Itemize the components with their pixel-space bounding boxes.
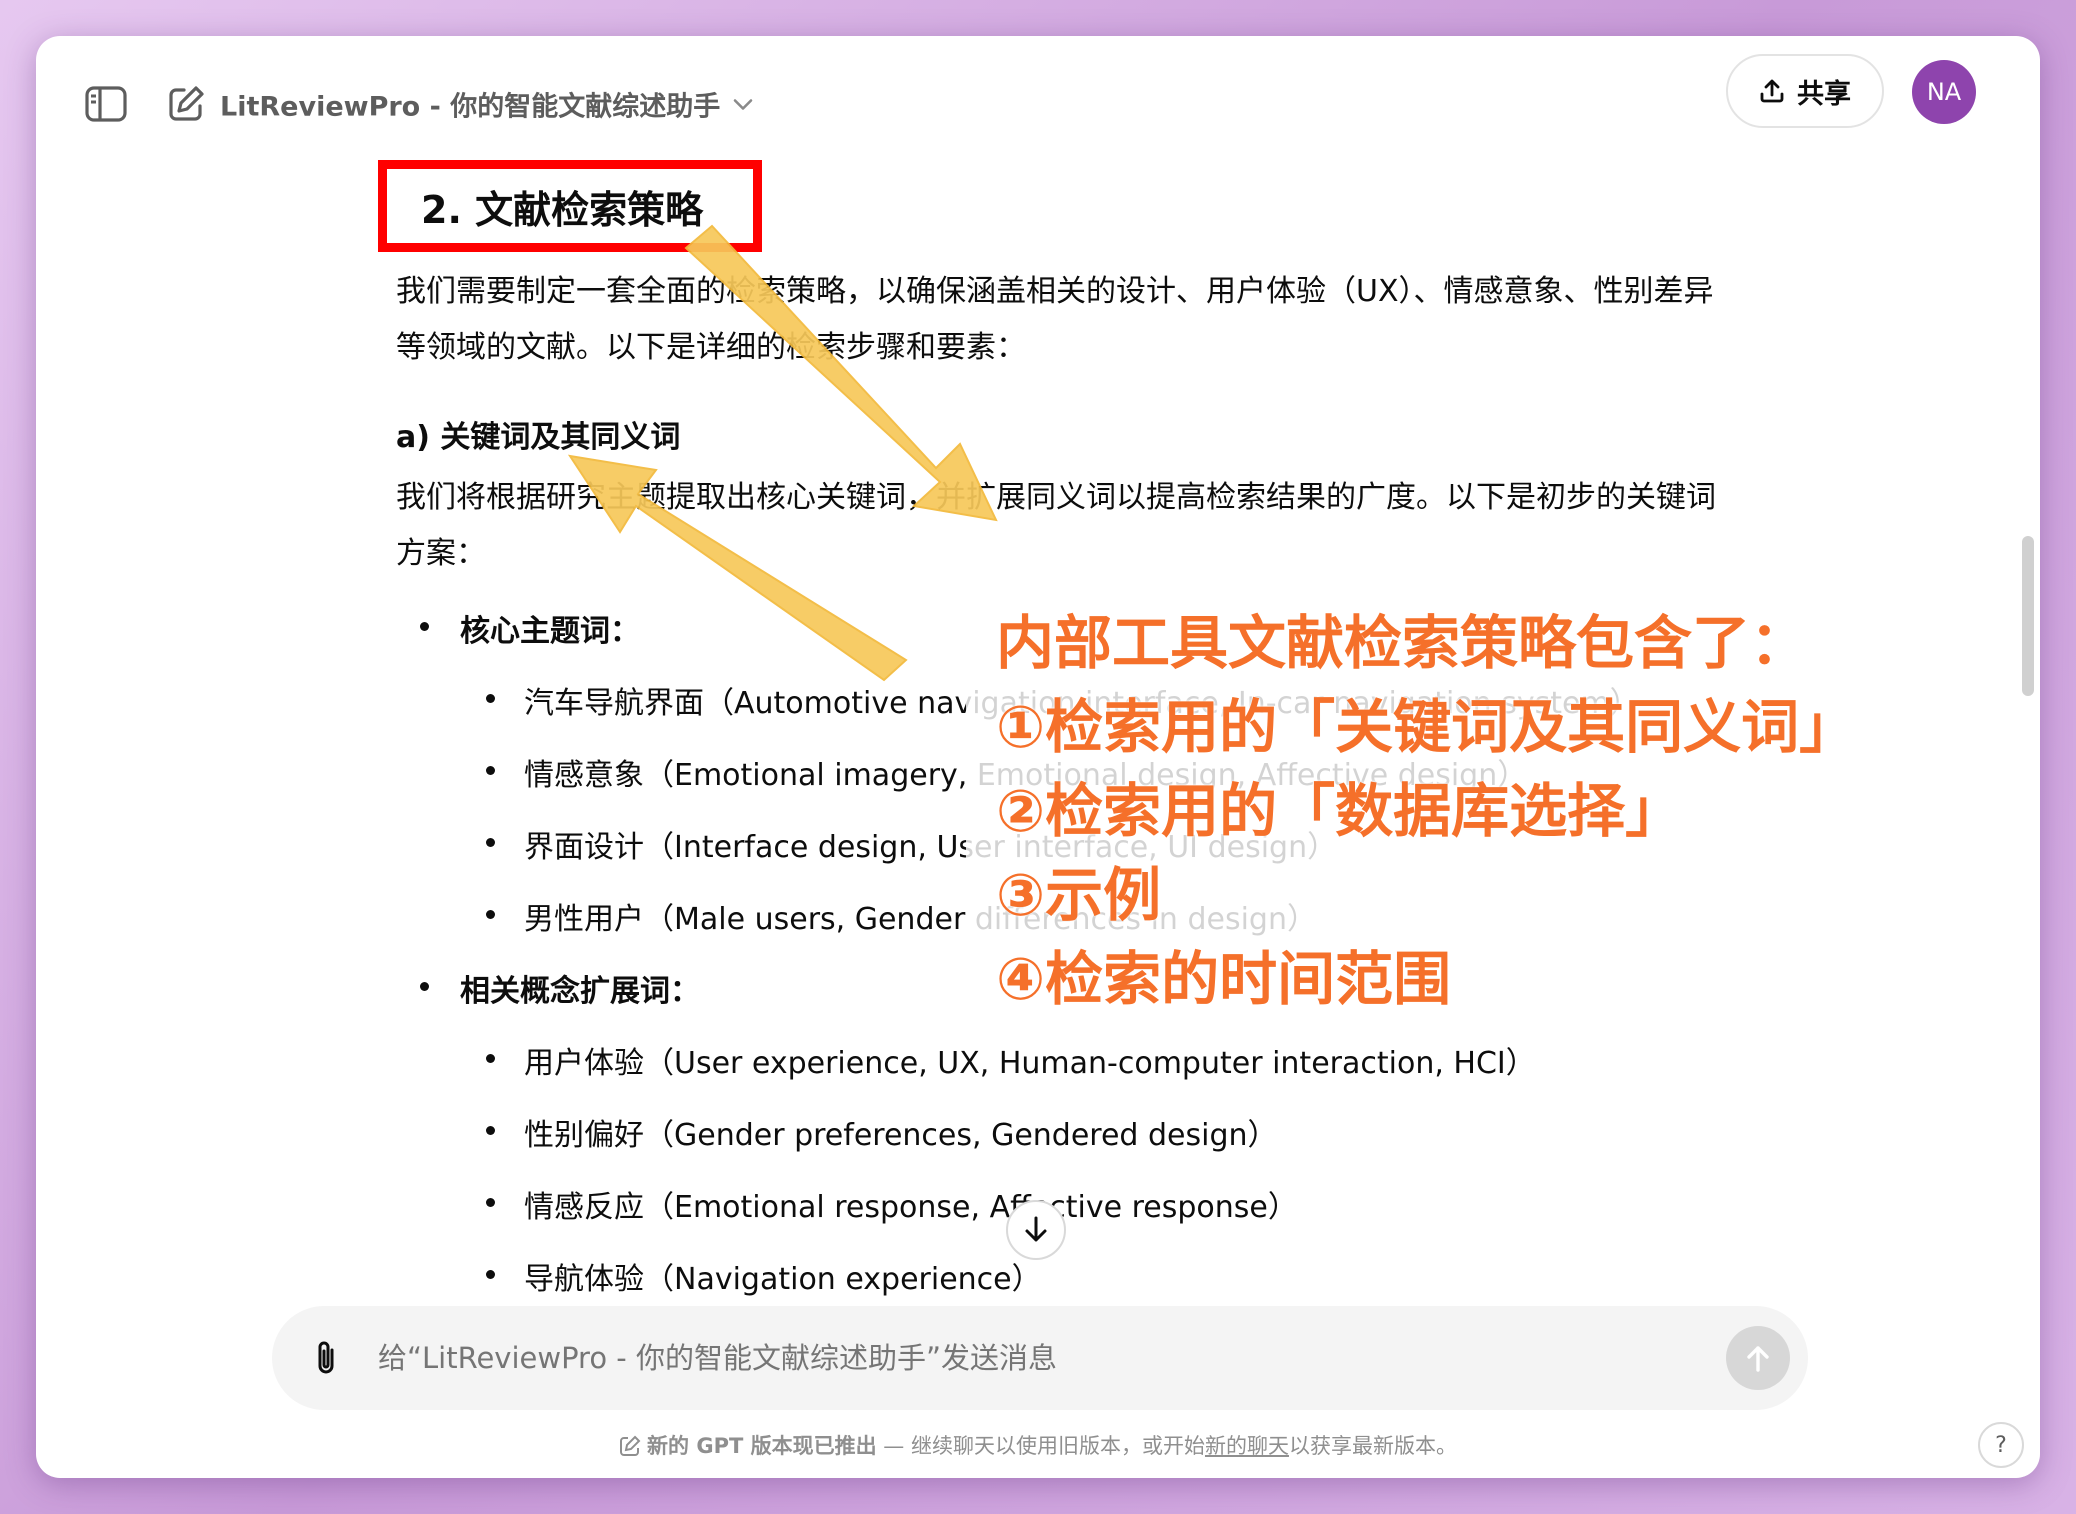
- annotation-line-1: 内部工具文献检索策略包含了：: [996, 609, 1809, 677]
- sidebar-toggle-icon[interactable]: [76, 74, 136, 134]
- paperclip-icon[interactable]: [300, 1332, 352, 1384]
- new-chat-link[interactable]: 新的聊天: [1205, 1434, 1289, 1458]
- intro-line-2: 等领域的文献。以下是详细的检索步骤和要素：: [396, 330, 1026, 365]
- top-bar: LitReviewPro - 你的智能文献综述助手 共享 NA: [36, 36, 2040, 146]
- footer-text-1: — 继续聊天以使用旧版本，或开始: [876, 1434, 1205, 1458]
- avatar[interactable]: NA: [1912, 60, 1976, 124]
- bullet: [486, 694, 495, 703]
- related-title: 相关概念扩展词：: [460, 974, 700, 1009]
- arrow-down-icon: [1025, 1216, 1047, 1242]
- intro-line-1: 我们需要制定一套全面的检索策略，以确保涵盖相关的设计、用户体验（UX）、情感意象…: [396, 274, 1714, 309]
- bullet: [486, 910, 495, 919]
- gpt-title: LitReviewPro - 你的智能文献综述助手: [220, 91, 721, 123]
- keyword-line-1: 我们将根据研究主题提取出核心关键词，并扩展同义词以提高检索结果的广度。以下是初步…: [396, 480, 1716, 515]
- footer-notice: 新的 GPT 版本现已推出 — 继续聊天以使用旧版本，或开始新的聊天以获享最新版…: [36, 1430, 2040, 1460]
- annotation-overlay: 内部工具文献检索策略包含了： ①检索用的「关键词及其同义词」 ②检索用的「数据库…: [966, 596, 1906, 1016]
- list-item: 用户体验（User experience, UX, Human-computer…: [524, 1046, 1536, 1081]
- footer-text-2: 以获享最新版本。: [1288, 1434, 1457, 1458]
- list-item: 导航体验（Navigation experience）: [524, 1262, 1042, 1297]
- list-item: 性别偏好（Gender preferences, Gendered design…: [524, 1118, 1278, 1153]
- bullet: [486, 1126, 495, 1135]
- chevron-down-icon: [733, 98, 753, 110]
- annotation-line-4: ③示例: [996, 861, 1162, 929]
- share-label: 共享: [1797, 78, 1851, 110]
- annotation-line-2: ①检索用的「关键词及其同义词」: [996, 693, 1858, 761]
- subheading: a) 关键词及其同义词: [396, 420, 681, 455]
- annotation-line-5: ④检索的时间范围: [996, 945, 1452, 1013]
- upload-icon: [1760, 79, 1784, 103]
- scroll-to-bottom-button[interactable]: [1006, 1200, 1066, 1260]
- footer-strong: 新的 GPT 版本现已推出: [647, 1434, 877, 1458]
- annotation-line-3: ②检索用的「数据库选择」: [996, 777, 1684, 845]
- list-item: 情感反应（Emotional response, Affective respo…: [524, 1190, 1298, 1225]
- bullet: [486, 1270, 495, 1279]
- bullet: [486, 838, 495, 847]
- bullet: [486, 766, 495, 775]
- message-composer: [272, 1306, 1808, 1410]
- bullet: [486, 1198, 495, 1207]
- scrollbar[interactable]: [2022, 536, 2034, 696]
- arrow-up-icon: [1747, 1346, 1769, 1372]
- gpt-title-dropdown[interactable]: LitReviewPro - 你的智能文献综述助手: [220, 85, 754, 124]
- section-heading: 2. 文献检索策略: [378, 160, 762, 252]
- bullet: [420, 982, 429, 991]
- app-window: LitReviewPro - 你的智能文献综述助手 共享 NA 2. 文献检索策…: [36, 36, 2040, 1478]
- core-title: 核心主题词：: [460, 614, 640, 649]
- help-button[interactable]: ?: [1978, 1422, 2024, 1468]
- message-input[interactable]: [376, 1340, 1580, 1376]
- bullet: [420, 622, 429, 631]
- new-chat-icon[interactable]: [156, 74, 216, 134]
- keyword-line-2: 方案：: [396, 536, 486, 571]
- new-chat-small-icon: [620, 1435, 641, 1456]
- send-button[interactable]: [1726, 1326, 1790, 1390]
- share-button[interactable]: 共享: [1726, 54, 1884, 128]
- bullet: [486, 1054, 495, 1063]
